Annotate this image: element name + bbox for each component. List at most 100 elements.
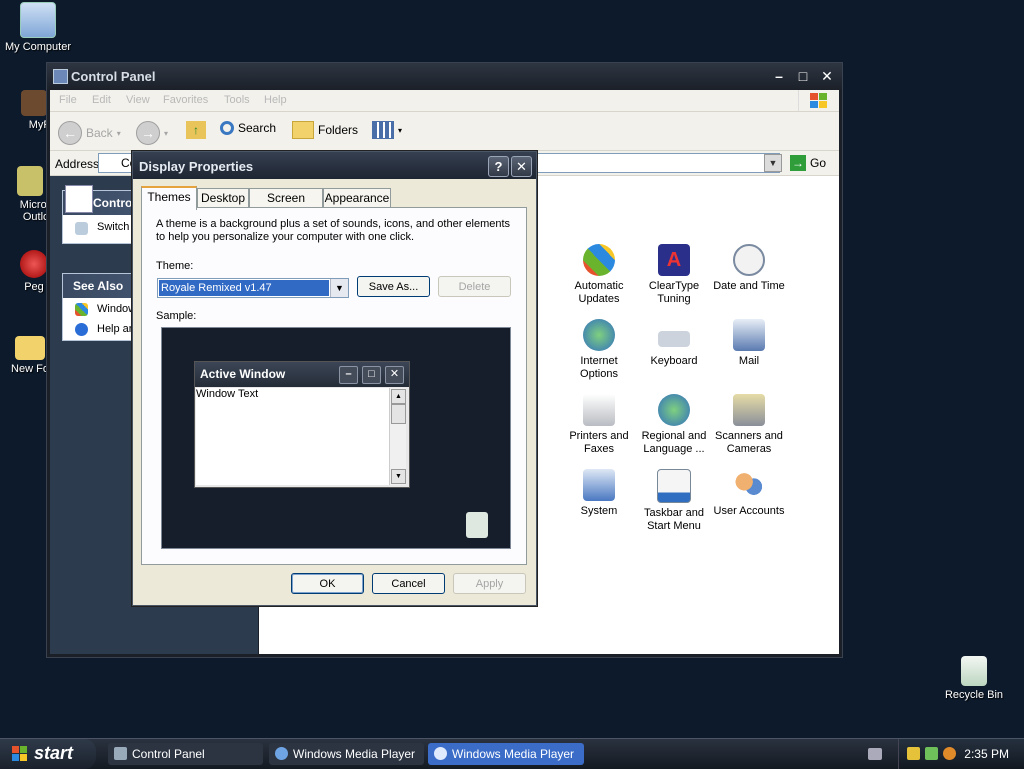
- menu-file[interactable]: File: [59, 94, 77, 106]
- tab-screen-saver[interactable]: Screen Saver: [249, 188, 323, 223]
- desktop-icon-recycle-bin[interactable]: Recycle Bin: [936, 656, 1012, 701]
- globe-icon: [583, 319, 615, 351]
- network-icon[interactable]: [925, 747, 938, 760]
- help-icon: [75, 323, 88, 336]
- folders-icon: [292, 121, 314, 139]
- clock-icon: [733, 244, 765, 276]
- maximize-button[interactable]: □: [794, 68, 812, 84]
- peg-icon: [20, 250, 48, 278]
- cancel-button[interactable]: Cancel: [372, 573, 445, 594]
- scroll-thumb: [391, 404, 406, 424]
- switch-view-icon: [75, 222, 88, 235]
- menu-tools[interactable]: Tools: [224, 94, 250, 106]
- chevron-down-icon: ▾: [398, 125, 403, 135]
- start-button[interactable]: start: [0, 739, 96, 769]
- task-control-panel[interactable]: Control Panel: [108, 743, 263, 765]
- cp-item-scanners-and-cameras[interactable]: Scanners and Cameras: [711, 394, 787, 456]
- display-properties-dialog: Display Properties ? ✕ Themes Desktop Sc…: [132, 151, 537, 606]
- camera-icon: [733, 394, 765, 426]
- cp-item-taskbar-and-start-menu[interactable]: Taskbar and Start Menu: [636, 469, 712, 533]
- control-panel-icon: [53, 69, 68, 84]
- maximize-icon: □: [362, 366, 381, 384]
- recycle-bin-icon: [961, 656, 987, 686]
- theme-select[interactable]: Royale Remixed v1.47 ▼: [157, 278, 349, 298]
- menu-help[interactable]: Help: [264, 94, 287, 106]
- dialog-titlebar[interactable]: Display Properties ? ✕: [133, 152, 536, 179]
- cp-item-keyboard[interactable]: Keyboard: [636, 319, 712, 368]
- back-label: Back: [86, 126, 113, 140]
- cp-item-internet-options[interactable]: Internet Options: [561, 319, 637, 381]
- control-panel-icon: [114, 747, 127, 760]
- cp-item-printers-and-faxes[interactable]: Printers and Faxes: [561, 394, 637, 456]
- views-button[interactable]: ▾: [372, 121, 402, 139]
- sample-label: Sample:: [156, 310, 197, 322]
- theme-sample-preview: Active Window – □ ✕ Window Text ▲ ▼: [161, 327, 511, 549]
- go-arrow-icon: →: [790, 155, 806, 171]
- window-title: Control Panel: [71, 69, 156, 84]
- search-label: Search: [238, 121, 277, 135]
- tab-themes[interactable]: Themes: [141, 186, 197, 210]
- save-as-button[interactable]: Save As...: [357, 276, 430, 297]
- cp-item-user-accounts[interactable]: User Accounts: [711, 469, 787, 518]
- minimize-icon: –: [339, 366, 358, 384]
- back-button[interactable]: ← Back ▾: [58, 121, 121, 145]
- go-button[interactable]: → Go: [790, 155, 826, 171]
- close-button[interactable]: ✕: [818, 68, 836, 84]
- menu-bar: File Edit View Favorites Tools Help: [50, 90, 839, 112]
- cleartype-icon: A: [658, 244, 690, 276]
- folders-label: Folders: [318, 123, 359, 137]
- task-windows-media-player-1[interactable]: Windows Media Player: [269, 743, 424, 765]
- desktop-icon-my-computer[interactable]: My Computer: [0, 2, 76, 53]
- control-panel-titlebar[interactable]: Control Panel – □ ✕: [47, 63, 842, 90]
- tab-desktop[interactable]: Desktop: [197, 188, 249, 208]
- keyboard-tray-icon[interactable]: [868, 748, 882, 760]
- search-button[interactable]: Search: [220, 121, 276, 135]
- sample-window-title: Active Window: [200, 367, 286, 381]
- sample-active-window: Active Window – □ ✕ Window Text ▲ ▼: [194, 361, 410, 488]
- address-dropdown-button[interactable]: ▼: [764, 154, 782, 172]
- up-folder-button[interactable]: ↑: [186, 121, 206, 139]
- cp-item-system[interactable]: System: [561, 469, 637, 518]
- globe-icon: [658, 394, 690, 426]
- cp-item-mail[interactable]: Mail: [711, 319, 787, 368]
- start-label: start: [34, 743, 74, 763]
- dialog-close-button[interactable]: ✕: [511, 156, 532, 177]
- sample-scrollbar: ▲ ▼: [389, 388, 406, 485]
- up-folder-icon: ↑: [186, 121, 206, 139]
- views-icon: [372, 121, 394, 139]
- mypal-icon: [21, 90, 47, 116]
- help-button[interactable]: ?: [488, 156, 509, 177]
- cp-item-automatic-updates[interactable]: Automatic Updates: [561, 244, 637, 306]
- minimize-button[interactable]: –: [770, 68, 788, 84]
- keyboard-icon: [658, 331, 690, 347]
- clock[interactable]: 2:35 PM: [964, 747, 1009, 761]
- security-shield-icon[interactable]: [907, 747, 920, 760]
- menu-favorites[interactable]: Favorites: [163, 94, 208, 106]
- cp-item-regional-and-language[interactable]: Regional and Language ...: [636, 394, 712, 456]
- sample-window-titlebar: Active Window – □ ✕: [195, 362, 409, 387]
- search-icon[interactable]: [943, 747, 956, 760]
- forward-button[interactable]: → ▾: [136, 121, 168, 145]
- ok-button[interactable]: OK: [291, 573, 364, 594]
- cp-item-date-and-time[interactable]: Date and Time: [711, 244, 787, 293]
- delete-button[interactable]: Delete: [438, 276, 511, 297]
- menu-view[interactable]: View: [126, 94, 150, 106]
- back-arrow-icon: ←: [58, 121, 82, 145]
- sample-window-body: Window Text ▲ ▼: [196, 388, 406, 485]
- task-windows-media-player-2[interactable]: Windows Media Player: [428, 743, 584, 765]
- dialog-title: Display Properties: [139, 159, 254, 174]
- folders-button[interactable]: Folders: [292, 121, 358, 139]
- cp-item-cleartype-tuning[interactable]: A ClearType Tuning: [636, 244, 712, 306]
- menu-edit[interactable]: Edit: [92, 94, 111, 106]
- users-icon: [733, 469, 765, 501]
- chevron-down-icon[interactable]: ▼: [330, 279, 348, 297]
- apply-button[interactable]: Apply: [453, 573, 526, 594]
- mail-icon: [733, 319, 765, 351]
- scroll-down-icon: ▼: [391, 469, 406, 484]
- windows-logo-icon: [798, 90, 839, 111]
- theme-select-value: Royale Remixed v1.47: [159, 280, 329, 296]
- tab-appearance[interactable]: Appearance: [323, 188, 391, 208]
- printer-icon: [583, 394, 615, 426]
- desktop-icon-label: My Computer: [4, 41, 72, 53]
- system-tray: 2:35 PM: [898, 739, 1024, 769]
